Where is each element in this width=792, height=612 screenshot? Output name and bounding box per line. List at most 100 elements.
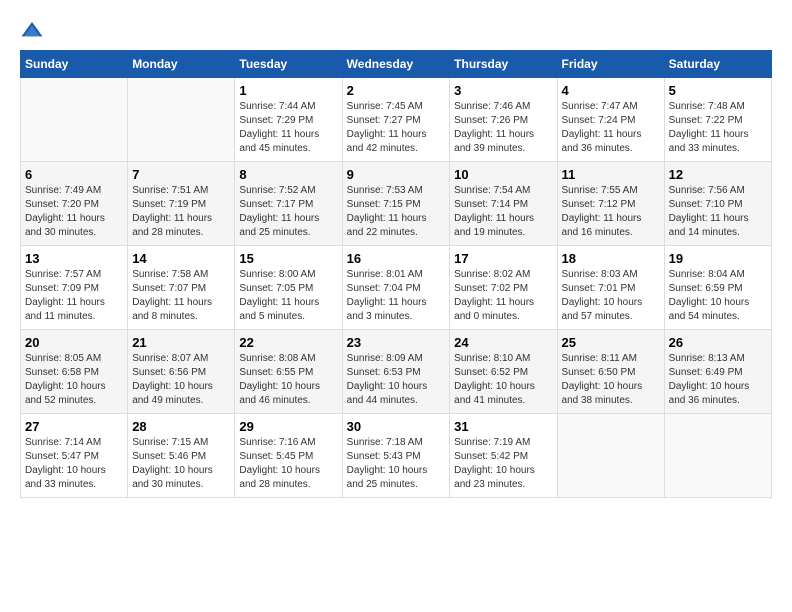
- day-number: 3: [454, 83, 552, 98]
- day-info: Sunrise: 8:00 AMSunset: 7:05 PMDaylight:…: [239, 268, 337, 324]
- day-number: 20: [25, 335, 123, 350]
- day-number: 28: [132, 419, 230, 434]
- day-header-tuesday: Tuesday: [235, 51, 342, 78]
- calendar-cell: 20 Sunrise: 8:05 AMSunset: 6:58 PMDayligh…: [21, 330, 128, 414]
- calendar-cell: 3 Sunrise: 7:46 AMSunset: 7:26 PMDaylight…: [450, 78, 557, 162]
- day-header-monday: Monday: [128, 51, 235, 78]
- day-number: 2: [347, 83, 446, 98]
- day-info: Sunrise: 7:15 AMSunset: 5:46 PMDaylight:…: [132, 436, 230, 492]
- day-info: Sunrise: 7:47 AMSunset: 7:24 PMDaylight:…: [562, 100, 660, 156]
- calendar-cell: 23 Sunrise: 8:09 AMSunset: 6:53 PMDayligh…: [342, 330, 450, 414]
- day-number: 27: [25, 419, 123, 434]
- day-info: Sunrise: 7:16 AMSunset: 5:45 PMDaylight:…: [239, 436, 337, 492]
- day-header-wednesday: Wednesday: [342, 51, 450, 78]
- day-info: Sunrise: 8:09 AMSunset: 6:53 PMDaylight:…: [347, 352, 446, 408]
- day-number: 26: [669, 335, 767, 350]
- day-number: 31: [454, 419, 552, 434]
- calendar-table: SundayMondayTuesdayWednesdayThursdayFrid…: [20, 50, 772, 498]
- calendar-cell: 1 Sunrise: 7:44 AMSunset: 7:29 PMDaylight…: [235, 78, 342, 162]
- day-number: 21: [132, 335, 230, 350]
- calendar-cell: 24 Sunrise: 8:10 AMSunset: 6:52 PMDayligh…: [450, 330, 557, 414]
- day-number: 10: [454, 167, 552, 182]
- calendar-cell: 26 Sunrise: 8:13 AMSunset: 6:49 PMDayligh…: [664, 330, 771, 414]
- calendar-cell: 21 Sunrise: 8:07 AMSunset: 6:56 PMDayligh…: [128, 330, 235, 414]
- calendar-cell: 30 Sunrise: 7:18 AMSunset: 5:43 PMDayligh…: [342, 414, 450, 498]
- day-info: Sunrise: 7:58 AMSunset: 7:07 PMDaylight:…: [132, 268, 230, 324]
- day-number: 19: [669, 251, 767, 266]
- day-number: 9: [347, 167, 446, 182]
- logo: [20, 20, 48, 40]
- day-header-saturday: Saturday: [664, 51, 771, 78]
- day-info: Sunrise: 8:03 AMSunset: 7:01 PMDaylight:…: [562, 268, 660, 324]
- calendar-cell: 27 Sunrise: 7:14 AMSunset: 5:47 PMDayligh…: [21, 414, 128, 498]
- day-info: Sunrise: 7:52 AMSunset: 7:17 PMDaylight:…: [239, 184, 337, 240]
- day-number: 14: [132, 251, 230, 266]
- calendar-cell: 7 Sunrise: 7:51 AMSunset: 7:19 PMDaylight…: [128, 162, 235, 246]
- calendar-cell: 17 Sunrise: 8:02 AMSunset: 7:02 PMDayligh…: [450, 246, 557, 330]
- day-info: Sunrise: 7:44 AMSunset: 7:29 PMDaylight:…: [239, 100, 337, 156]
- day-info: Sunrise: 7:51 AMSunset: 7:19 PMDaylight:…: [132, 184, 230, 240]
- day-number: 25: [562, 335, 660, 350]
- day-number: 18: [562, 251, 660, 266]
- day-number: 24: [454, 335, 552, 350]
- day-number: 30: [347, 419, 446, 434]
- calendar-week-row: 20 Sunrise: 8:05 AMSunset: 6:58 PMDayligh…: [21, 330, 772, 414]
- day-info: Sunrise: 7:14 AMSunset: 5:47 PMDaylight:…: [25, 436, 123, 492]
- calendar-week-row: 27 Sunrise: 7:14 AMSunset: 5:47 PMDayligh…: [21, 414, 772, 498]
- day-info: Sunrise: 8:11 AMSunset: 6:50 PMDaylight:…: [562, 352, 660, 408]
- day-number: 5: [669, 83, 767, 98]
- header: [20, 20, 772, 40]
- calendar-cell: 4 Sunrise: 7:47 AMSunset: 7:24 PMDaylight…: [557, 78, 664, 162]
- day-info: Sunrise: 7:56 AMSunset: 7:10 PMDaylight:…: [669, 184, 767, 240]
- day-number: 15: [239, 251, 337, 266]
- calendar-cell: 2 Sunrise: 7:45 AMSunset: 7:27 PMDaylight…: [342, 78, 450, 162]
- day-number: 23: [347, 335, 446, 350]
- calendar-cell: 10 Sunrise: 7:54 AMSunset: 7:14 PMDayligh…: [450, 162, 557, 246]
- day-info: Sunrise: 8:10 AMSunset: 6:52 PMDaylight:…: [454, 352, 552, 408]
- day-info: Sunrise: 8:13 AMSunset: 6:49 PMDaylight:…: [669, 352, 767, 408]
- day-number: 17: [454, 251, 552, 266]
- calendar-cell: 25 Sunrise: 8:11 AMSunset: 6:50 PMDayligh…: [557, 330, 664, 414]
- day-info: Sunrise: 8:01 AMSunset: 7:04 PMDaylight:…: [347, 268, 446, 324]
- calendar-cell: 29 Sunrise: 7:16 AMSunset: 5:45 PMDayligh…: [235, 414, 342, 498]
- day-number: 6: [25, 167, 123, 182]
- calendar-cell: 22 Sunrise: 8:08 AMSunset: 6:55 PMDayligh…: [235, 330, 342, 414]
- day-info: Sunrise: 8:04 AMSunset: 6:59 PMDaylight:…: [669, 268, 767, 324]
- day-info: Sunrise: 7:54 AMSunset: 7:14 PMDaylight:…: [454, 184, 552, 240]
- day-info: Sunrise: 7:48 AMSunset: 7:22 PMDaylight:…: [669, 100, 767, 156]
- calendar-cell: 5 Sunrise: 7:48 AMSunset: 7:22 PMDaylight…: [664, 78, 771, 162]
- day-info: Sunrise: 8:02 AMSunset: 7:02 PMDaylight:…: [454, 268, 552, 324]
- day-info: Sunrise: 7:18 AMSunset: 5:43 PMDaylight:…: [347, 436, 446, 492]
- calendar-cell: 11Sunrise: 7:55 AMSunset: 7:12 PMDayligh…: [557, 162, 664, 246]
- calendar-cell: 14 Sunrise: 7:58 AMSunset: 7:07 PMDayligh…: [128, 246, 235, 330]
- day-info: Sunrise: 8:08 AMSunset: 6:55 PMDaylight:…: [239, 352, 337, 408]
- day-info: Sunrise: 7:19 AMSunset: 5:42 PMDaylight:…: [454, 436, 552, 492]
- day-number: 4: [562, 83, 660, 98]
- day-header-sunday: Sunday: [21, 51, 128, 78]
- calendar-cell: 9Sunrise: 7:53 AMSunset: 7:15 PMDaylight…: [342, 162, 450, 246]
- calendar-cell: 6Sunrise: 7:49 AMSunset: 7:20 PMDaylight…: [21, 162, 128, 246]
- calendar-cell: 13 Sunrise: 7:57 AMSunset: 7:09 PMDayligh…: [21, 246, 128, 330]
- day-header-friday: Friday: [557, 51, 664, 78]
- calendar-cell: 31 Sunrise: 7:19 AMSunset: 5:42 PMDayligh…: [450, 414, 557, 498]
- calendar-week-row: 13 Sunrise: 7:57 AMSunset: 7:09 PMDayligh…: [21, 246, 772, 330]
- calendar-week-row: 1 Sunrise: 7:44 AMSunset: 7:29 PMDaylight…: [21, 78, 772, 162]
- calendar-cell: 8Sunrise: 7:52 AMSunset: 7:17 PMDaylight…: [235, 162, 342, 246]
- calendar-cell: 19 Sunrise: 8:04 AMSunset: 6:59 PMDayligh…: [664, 246, 771, 330]
- day-info: Sunrise: 8:05 AMSunset: 6:58 PMDaylight:…: [25, 352, 123, 408]
- calendar-cell: 16 Sunrise: 8:01 AMSunset: 7:04 PMDayligh…: [342, 246, 450, 330]
- day-info: Sunrise: 8:07 AMSunset: 6:56 PMDaylight:…: [132, 352, 230, 408]
- day-info: Sunrise: 7:45 AMSunset: 7:27 PMDaylight:…: [347, 100, 446, 156]
- day-number: 11: [562, 167, 660, 182]
- day-info: Sunrise: 7:57 AMSunset: 7:09 PMDaylight:…: [25, 268, 123, 324]
- day-number: 7: [132, 167, 230, 182]
- day-number: 29: [239, 419, 337, 434]
- calendar-cell: [557, 414, 664, 498]
- day-info: Sunrise: 7:46 AMSunset: 7:26 PMDaylight:…: [454, 100, 552, 156]
- day-number: 1: [239, 83, 337, 98]
- day-number: 22: [239, 335, 337, 350]
- day-number: 16: [347, 251, 446, 266]
- calendar-week-row: 6Sunrise: 7:49 AMSunset: 7:20 PMDaylight…: [21, 162, 772, 246]
- day-number: 13: [25, 251, 123, 266]
- calendar-cell: [21, 78, 128, 162]
